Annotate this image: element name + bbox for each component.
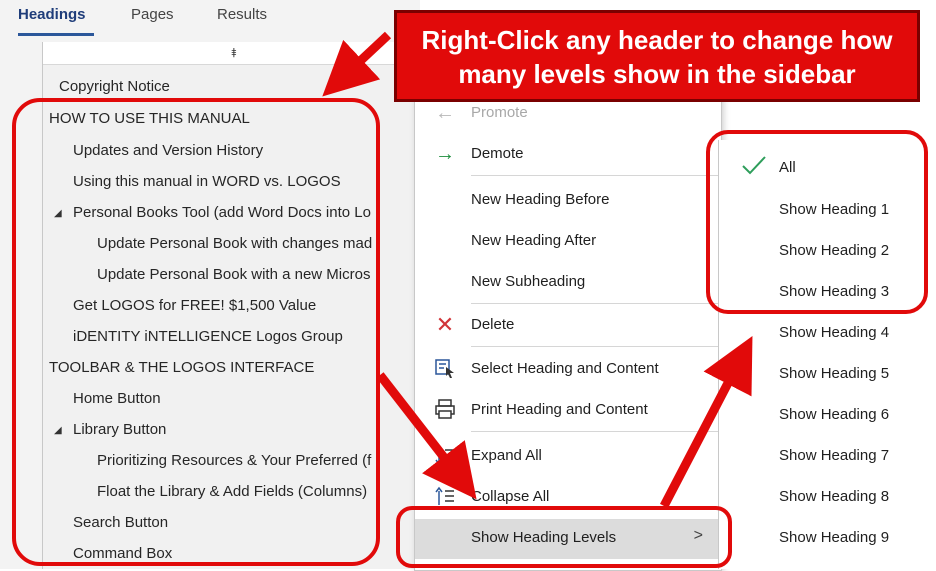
arrow-to-tree: [322, 31, 392, 97]
arrow-to-levels: [660, 336, 753, 509]
arrow-to-show-levels: [376, 372, 477, 500]
instruction-callout: Right-Click any header to change how man…: [394, 10, 920, 102]
callout-line-1: Right-Click any header to change how: [421, 25, 893, 55]
callout-line-2: many levels show in the sidebar: [458, 59, 856, 89]
